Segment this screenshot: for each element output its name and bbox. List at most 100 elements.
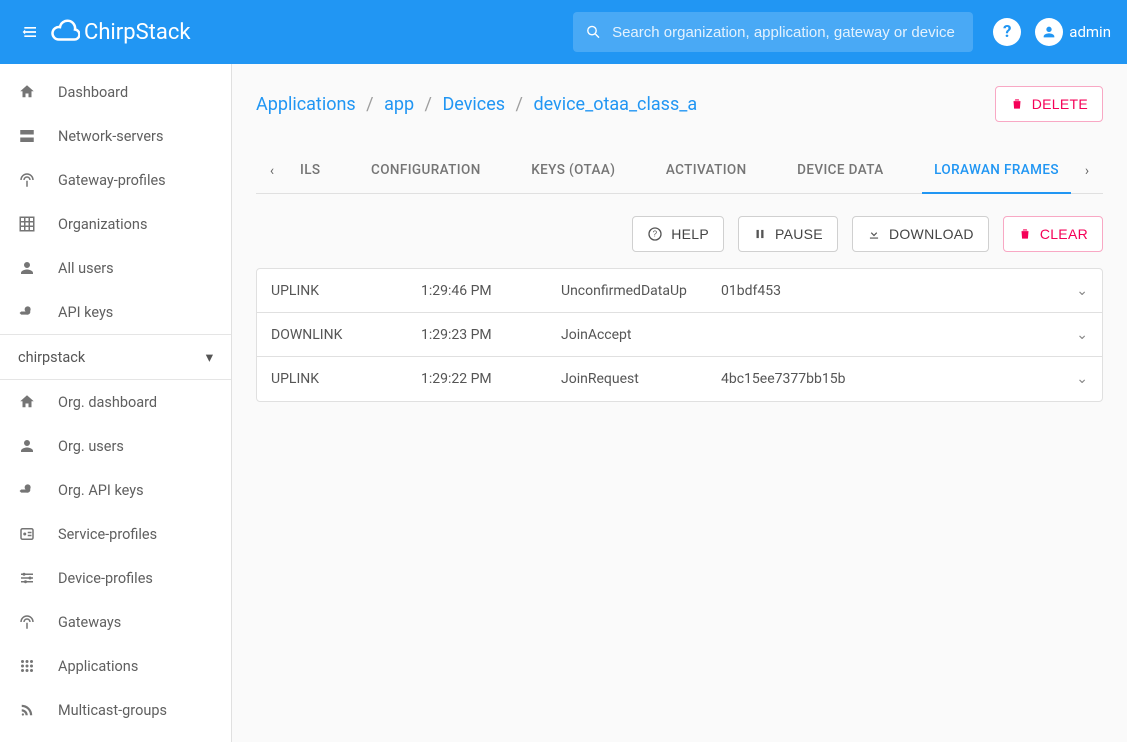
cloud-icon [50,17,80,47]
pause-button[interactable]: PAUSE [738,216,838,252]
sidebar-item-label: Network-servers [58,128,163,145]
sidebar-item-gateway-profiles[interactable]: Gateway-profiles [0,158,231,202]
download-button[interactable]: DOWNLOAD [852,216,989,252]
dns-icon [18,127,36,145]
org-selector-label: chirpstack [18,349,85,366]
sidebar-item-label: Org. users [58,438,124,455]
tab-bar: ‹ ILS CONFIGURATION KEYS (OTAA) ACTIVATION D… [256,148,1103,194]
sidebar-item-dashboard[interactable]: Dashboard [0,70,231,114]
frame-id: 01bdf453 [721,283,1064,299]
brand-logo[interactable]: ChirpStack [50,17,191,47]
frame-type: JoinRequest [561,371,721,387]
global-search[interactable] [573,12,973,52]
antenna-icon [18,171,36,189]
frame-time: 1:29:46 PM [421,283,561,299]
tab-activation[interactable]: ACTIVATION [654,148,759,193]
user-avatar-icon [1035,18,1063,46]
help-button[interactable]: ? [993,18,1021,46]
help-button[interactable]: ? HELP [632,216,724,252]
question-icon: ? [1003,22,1011,42]
key-icon [18,481,36,499]
frame-time: 1:29:23 PM [421,327,561,343]
breadcrumb-item[interactable]: Devices [442,94,505,115]
delete-label: DELETE [1032,96,1088,112]
frame-direction: UPLINK [271,283,421,299]
frames-table: UPLINK1:29:46 PMUnconfirmedDataUp01bdf45… [256,268,1103,402]
frame-direction: UPLINK [271,371,421,387]
sidebar-item-label: Org. API keys [58,482,144,499]
sidebar-item-network-servers[interactable]: Network-servers [0,114,231,158]
frame-row[interactable]: UPLINK1:29:22 PMJoinRequest4bc15ee7377bb… [257,357,1102,401]
sidebar-item-org-api-keys[interactable]: Org. API keys [0,468,231,512]
badge-icon [18,525,36,543]
clear-button[interactable]: CLEAR [1003,216,1103,252]
sidebar-item-label: Organizations [58,216,147,233]
sidebar-item-label: Multicast-groups [58,702,167,719]
apps-icon [18,657,36,675]
tab-scroll-right[interactable]: › [1071,163,1103,179]
key-icon [18,303,36,321]
sidebar-item-multicast-groups[interactable]: Multicast-groups [0,688,231,732]
tab-ils[interactable]: ILS [288,148,333,193]
sidebar-item-label: Dashboard [58,84,128,101]
org-selector[interactable]: chirpstack ▾ [0,334,231,380]
delete-button[interactable]: DELETE [995,86,1103,122]
trash-icon [1018,227,1032,241]
chevron-down-icon[interactable]: ⌄ [1064,283,1088,299]
tab-keys-otaa-[interactable]: KEYS (OTAA) [519,148,627,193]
download-label: DOWNLOAD [889,226,974,242]
breadcrumb-item[interactable]: device_otaa_class_a [533,94,697,115]
sidebar-item-org-dashboard[interactable]: Org. dashboard [0,380,231,424]
sidebar-item-device-profiles[interactable]: Device-profiles [0,556,231,600]
person-icon [18,259,36,277]
frame-id: 4bc15ee7377bb15b [721,371,1064,387]
breadcrumb-item[interactable]: Applications [256,94,356,115]
sidebar-item-label: All users [58,260,114,277]
pause-label: PAUSE [775,226,823,242]
pause-icon [753,227,767,241]
sidebar-item-api-keys[interactable]: API keys [0,290,231,334]
sidebar-item-org-users[interactable]: Org. users [0,424,231,468]
sliders-icon [18,569,36,587]
frame-row[interactable]: DOWNLINK1:29:23 PMJoinAccept ⌄ [257,313,1102,357]
frame-direction: DOWNLINK [271,327,421,343]
sidebar-item-label: Gateway-profiles [58,172,166,189]
brand-text: ChirpStack [84,20,191,45]
tab-configuration[interactable]: CONFIGURATION [359,148,493,193]
sidebar-item-label: Gateways [58,614,121,631]
search-input[interactable] [610,23,961,42]
help-icon: ? [647,226,663,242]
trash-icon [1010,97,1024,111]
user-menu[interactable]: admin [1035,18,1111,46]
main-content: Applications / app / Devices / device_ot… [232,64,1127,742]
home-icon [18,83,36,101]
frame-time: 1:29:22 PM [421,371,561,387]
download-icon [867,227,881,241]
frame-row[interactable]: UPLINK1:29:46 PMUnconfirmedDataUp01bdf45… [257,269,1102,313]
tab-lorawan-frames[interactable]: LORAWAN FRAMES [922,148,1071,194]
clear-label: CLEAR [1040,226,1088,242]
breadcrumb: Applications / app / Devices / device_ot… [256,94,697,115]
sidebar-item-applications[interactable]: Applications [0,644,231,688]
home-icon [18,393,36,411]
sidebar-item-all-users[interactable]: All users [0,246,231,290]
chevron-down-icon[interactable]: ⌄ [1064,371,1088,387]
svg-text:?: ? [653,230,658,239]
search-icon [585,23,602,41]
sidebar-item-gateways[interactable]: Gateways [0,600,231,644]
person-icon [18,437,36,455]
menu-icon [21,22,41,42]
chevron-down-icon[interactable]: ⌄ [1064,327,1088,343]
sidebar: Dashboard Network-servers Gateway-profiles… [0,64,232,742]
tab-scroll-left[interactable]: ‹ [256,163,288,179]
help-label: HELP [671,226,709,242]
sidebar-item-service-profiles[interactable]: Service-profiles [0,512,231,556]
sidebar-item-label: Service-profiles [58,526,157,543]
tab-device-data[interactable]: DEVICE DATA [785,148,896,193]
breadcrumb-item[interactable]: app [384,94,414,115]
frame-type: JoinAccept [561,327,721,343]
sidebar-item-organizations[interactable]: Organizations [0,202,231,246]
frame-type: UnconfirmedDataUp [561,283,721,299]
app-header: ChirpStack ? admin [0,0,1127,64]
drawer-toggle-button[interactable] [16,17,46,47]
